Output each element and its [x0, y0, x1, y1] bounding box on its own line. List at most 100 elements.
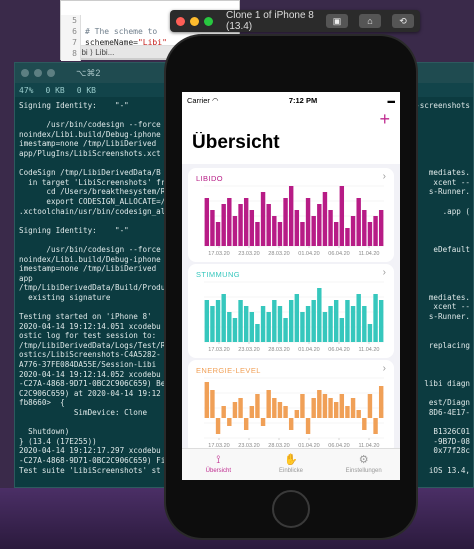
- bar: [204, 382, 210, 418]
- battery-status: 47%: [19, 85, 34, 95]
- bar: [221, 406, 226, 418]
- bar: [255, 324, 260, 342]
- sim-minimize-button[interactable]: [190, 16, 199, 26]
- bar: [333, 300, 339, 342]
- bar: [373, 216, 378, 246]
- bar: [260, 418, 266, 426]
- bar: [215, 300, 221, 342]
- tab-einstellungen[interactable]: ⚙ Einstellungen: [327, 449, 400, 480]
- code-string: "Libi": [137, 38, 167, 47]
- close-button[interactable]: [21, 69, 29, 77]
- stimmung-card[interactable]: STIMMUNG › 17.03.20 23.03.20 28.03.20 01.04…: [188, 264, 394, 358]
- tab-label: Einblicke: [279, 468, 304, 474]
- bar: [294, 294, 300, 342]
- bar: [238, 300, 243, 342]
- bar: [249, 312, 255, 342]
- line-number: 5: [72, 16, 77, 25]
- code-content[interactable]: # The scheme to schemeName="Libi": [85, 15, 167, 48]
- ios-status-bar: Carrier ◠ 7:12 PM ▬: [182, 92, 400, 108]
- tab-label: Übersicht: [205, 468, 231, 474]
- bar: [362, 418, 367, 430]
- bar: [356, 198, 361, 246]
- carrier-text: Carrier: [187, 95, 210, 105]
- line-number: 8: [72, 49, 77, 58]
- x-tick-label: 23.03.20: [238, 251, 259, 257]
- bar: [221, 294, 226, 342]
- x-tick-label: 01.04.20: [298, 251, 319, 257]
- bar: [249, 210, 255, 246]
- bar: [232, 402, 238, 418]
- battery-icon: ▬: [387, 95, 395, 105]
- rotate-button[interactable]: ⟲: [392, 14, 414, 28]
- app-screen: Carrier ◠ 7:12 PM ▬ + Übersicht LIBIDO ›…: [182, 92, 400, 480]
- bar: [215, 418, 221, 434]
- bar: [294, 210, 300, 246]
- bar: [305, 306, 311, 342]
- libido-chart: 17.03.20 23.03.20 28.03.20 01.04.20 06.04.20…: [204, 185, 384, 257]
- simulator-titlebar[interactable]: Clone 1 of iPhone 8 (13.4) ▣ ⌂ ⟲: [170, 10, 420, 32]
- screenshot-button[interactable]: ▣: [326, 14, 348, 28]
- bar: [238, 204, 243, 246]
- line-number: 6: [72, 27, 77, 36]
- x-tick-label: 06.04.20: [328, 251, 349, 257]
- bar: [373, 418, 378, 434]
- bar: [350, 306, 356, 342]
- gear-icon: ⚙: [358, 454, 369, 466]
- bar: [232, 318, 238, 342]
- bar: [356, 410, 361, 418]
- bar: [215, 222, 221, 246]
- bar: [283, 198, 288, 246]
- home-button-icon[interactable]: ⌂: [359, 14, 381, 28]
- bar: [378, 300, 384, 342]
- minimize-button[interactable]: [34, 69, 42, 77]
- bar: [345, 300, 350, 342]
- bar: [227, 312, 232, 342]
- bar: [322, 312, 328, 342]
- bar: [339, 186, 345, 246]
- bar: [305, 198, 311, 246]
- zoom-button[interactable]: [47, 69, 55, 77]
- bar: [339, 318, 345, 342]
- add-entry-button[interactable]: +: [379, 110, 390, 128]
- bar: [311, 398, 316, 418]
- bar: [345, 406, 350, 418]
- page-title: Übersicht: [182, 132, 400, 164]
- bar: [277, 306, 283, 342]
- bar: [378, 386, 384, 418]
- bar: [339, 394, 345, 418]
- bar: [333, 222, 339, 246]
- bar: [204, 300, 210, 342]
- bar: [328, 210, 333, 246]
- libido-card[interactable]: LIBIDO › 17.03.20 23.03.20 28.03.20 01.04.2…: [188, 168, 394, 262]
- bar: [317, 204, 322, 246]
- tab-einblicke[interactable]: ✋ Einblicke: [255, 449, 328, 480]
- bar: [322, 394, 328, 418]
- x-tick-label: 01.04.20: [298, 347, 319, 353]
- navigation-bar: +: [182, 108, 400, 132]
- bar: [317, 390, 322, 418]
- bar: [232, 216, 238, 246]
- bar: [328, 306, 333, 342]
- simulator-title: Clone 1 of iPhone 8 (13.4): [226, 10, 314, 32]
- energie-chart: 17.03.20 23.03.20 28.03.20 01.04.20 06.04.20…: [204, 377, 384, 449]
- bar: [243, 198, 249, 246]
- bar: [311, 216, 316, 246]
- terminal-title: ⌥⌘2: [76, 67, 101, 78]
- bar: [277, 222, 283, 246]
- energie-card[interactable]: ENERGIE-LEVEL › 17.03.20 23.03.20 28.03.20…: [188, 360, 394, 454]
- bar: [350, 216, 356, 246]
- sim-zoom-button[interactable]: [204, 16, 213, 26]
- bar: [266, 312, 271, 342]
- bar: [283, 406, 288, 418]
- code-key: schemeName=: [85, 38, 138, 47]
- code-comment: # The scheme to: [85, 27, 163, 36]
- bar: [350, 398, 356, 418]
- bar: [210, 210, 215, 246]
- bar: [311, 300, 316, 342]
- sim-close-button[interactable]: [176, 16, 185, 26]
- bar: [266, 390, 271, 418]
- bar: [288, 186, 294, 246]
- iphone-home-button[interactable]: [272, 490, 310, 528]
- tab-uebersicht[interactable]: ⟟ Übersicht: [182, 449, 255, 480]
- bar: [367, 222, 373, 246]
